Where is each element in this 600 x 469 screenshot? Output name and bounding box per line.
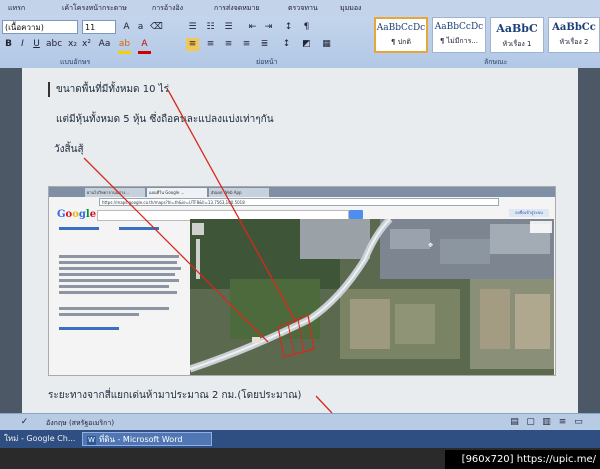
tab-mailings[interactable]: การส่งจดหมาย <box>214 3 260 14</box>
style-heading-2[interactable]: AaBbCc หัวเรื่อง 2 <box>548 17 600 53</box>
google-logo: Google <box>57 209 97 220</box>
browser-tab[interactable]: แผนที่ใน Google ... <box>147 188 207 197</box>
highlight-icon[interactable]: ab <box>118 38 131 54</box>
taskbar-word-label: ที่ดิน - Microsoft Word <box>99 435 183 444</box>
browser-address-bar[interactable]: https://maps.google.co.th/maps?hl=th&ie=… <box>99 198 499 206</box>
panel-link[interactable] <box>59 227 99 230</box>
doc-line-shares[interactable]: แต่มีหุ้นทั้งหมด 5 หุ้น ซึ่งถือคนละแปลงแ… <box>56 112 274 127</box>
styles-group-label: ลักษณะ <box>484 58 508 66</box>
maps-search-button[interactable] <box>349 210 363 219</box>
style-normal[interactable]: AaBbCcDc ¶ ปกติ <box>374 17 428 53</box>
styles-gallery: AaBbCcDc ¶ ปกติ AaBbCcDc ¶ ไม่มีการ... A… <box>374 17 600 55</box>
tab-view[interactable]: มุมมอง <box>340 3 361 14</box>
full-screen-icon[interactable]: ▢ <box>524 416 537 429</box>
show-marks-icon[interactable]: ¶ <box>300 21 313 34</box>
panel-text <box>59 279 179 282</box>
style-name: ¶ ไม่มีการ... <box>439 37 479 45</box>
numbering-icon[interactable]: ☷ <box>204 21 217 34</box>
doc-line-area[interactable]: ขนาดพื้นที่มีทั้งหมด 10 ไร่ <box>48 82 169 97</box>
underline-icon[interactable]: U <box>30 38 43 51</box>
font-color-icon[interactable]: A <box>138 38 151 54</box>
increase-indent-icon[interactable]: ⇥ <box>262 21 275 34</box>
clear-format-icon[interactable]: ⌫ <box>150 21 163 34</box>
embedded-map-screenshot[interactable]: ผ่านไปวิทยาจานนด่าง... แผนที่ใน Google .… <box>48 186 556 376</box>
tab-review[interactable]: ตรวจทาน <box>288 3 318 14</box>
panel-text <box>59 307 169 310</box>
draft-icon[interactable]: ▭ <box>572 416 585 429</box>
maps-side-panel <box>59 225 187 373</box>
panel-text <box>59 267 181 270</box>
print-layout-icon[interactable]: ▤ <box>508 416 521 429</box>
browser-tabstrip: ผ่านไปวิทยาจานนด่าง... แผนที่ใน Google .… <box>49 187 555 197</box>
align-center-icon[interactable]: ≡ <box>204 38 217 51</box>
ribbon-tabs: แทรก เค้าโครงหน้ากระดาษ การอ้างอิง การส่… <box>0 0 600 16</box>
satellite-map[interactable]: ✥ <box>190 219 554 375</box>
photo-frame: แทรก เค้าโครงหน้ากระดาษ การอ้างอิง การส่… <box>0 0 600 469</box>
shading-icon[interactable]: ◩ <box>300 38 313 51</box>
doc-line-distance[interactable]: ระยะทางจากสี่แยกเด่นห้ามาประมาณ 2 กม.(โด… <box>48 388 301 403</box>
panel-text <box>59 261 177 264</box>
font-name-box[interactable]: (เนื้อความ) <box>2 20 78 34</box>
decrease-indent-icon[interactable]: ⇤ <box>246 21 259 34</box>
superscript-icon[interactable]: x² <box>80 38 93 51</box>
tab-insert[interactable]: แทรก <box>8 3 25 14</box>
style-preview: AaBbCcDc <box>434 22 484 32</box>
panel-link[interactable] <box>119 227 159 230</box>
align-left-icon[interactable]: ≡ <box>186 38 199 51</box>
distributed-icon[interactable]: ≣ <box>258 38 271 51</box>
browser-tab[interactable]: ผ่านไปวิทยาจานนด่าง... <box>85 188 145 197</box>
panel-text <box>59 285 169 288</box>
word-icon: W <box>87 436 96 445</box>
tab-references[interactable]: การอ้างอิง <box>152 3 183 14</box>
grow-font-icon[interactable]: A <box>120 21 133 34</box>
style-preview: AaBbCcDc <box>376 23 426 33</box>
doc-line-boundary[interactable]: วังสิ้นสุ้ <box>54 142 84 157</box>
browser-tab[interactable]: อัปเดต Web App <box>209 188 269 197</box>
italic-icon[interactable]: I <box>16 38 29 51</box>
web-layout-icon[interactable]: ▥ <box>540 416 553 429</box>
align-right-icon[interactable]: ≡ <box>222 38 235 51</box>
change-case-icon[interactable]: Aa <box>98 38 111 51</box>
panel-text <box>59 313 139 316</box>
upic-watermark: [960x720] https://upic.me/ <box>445 450 600 469</box>
panel-text <box>59 255 179 258</box>
tab-page-layout[interactable]: เค้าโครงหน้ากระดาษ <box>62 3 127 14</box>
paragraph-group-label: ย่อหน้า <box>256 58 278 66</box>
font-group-label: แบบอักษร <box>60 58 91 66</box>
style-preview: AaBbCc <box>552 22 596 33</box>
bold-icon[interactable]: B <box>2 38 15 51</box>
outline-icon[interactable]: ≡ <box>556 416 569 429</box>
svg-text:✥: ✥ <box>428 242 433 249</box>
taskbar-chrome[interactable]: ใหม่ - Google Ch... <box>0 432 78 446</box>
subscript-icon[interactable]: x₂ <box>66 38 79 51</box>
panel-text <box>59 291 177 294</box>
style-preview: AaBbC <box>496 22 538 35</box>
style-no-spacing[interactable]: AaBbCcDc ¶ ไม่มีการ... <box>432 17 486 53</box>
style-name: หัวเรื่อง 1 <box>502 40 532 48</box>
strikethrough-icon[interactable]: abc <box>46 38 62 51</box>
spelling-icon[interactable]: ✓ <box>18 416 31 429</box>
word-status-bar: ✓ อังกฤษ (สหรัฐอเมริกา) ▤ ▢ ▥ ≡ ▭ <box>0 413 600 431</box>
font-size-box[interactable]: 11 <box>82 20 116 34</box>
bullets-icon[interactable]: ☰ <box>186 21 199 34</box>
style-name: ¶ ปกติ <box>391 38 411 46</box>
line-spacing-icon[interactable]: ↕ <box>280 38 293 51</box>
word-ribbon: แทรก เค้าโครงหน้ากระดาษ การอ้างอิง การส่… <box>0 0 600 69</box>
borders-icon[interactable]: ▦ <box>320 38 333 51</box>
shrink-font-icon[interactable]: a <box>134 21 147 34</box>
justify-icon[interactable]: ≡ <box>240 38 253 51</box>
panel-text <box>59 273 175 276</box>
windows-taskbar: ใหม่ - Google Ch... W ที่ดิน - Microsoft … <box>0 430 600 448</box>
style-name: หัวเรื่อง 2 <box>559 38 589 46</box>
sort-icon[interactable]: ↕ <box>282 21 295 34</box>
taskbar-word[interactable]: W ที่ดิน - Microsoft Word <box>82 432 212 446</box>
panel-link[interactable] <box>59 327 119 330</box>
style-heading-1[interactable]: AaBbC หัวเรื่อง 1 <box>490 17 544 53</box>
language-indicator[interactable]: อังกฤษ (สหรัฐอเมริกา) <box>46 418 114 429</box>
sign-in-button[interactable]: ลงชื่อเข้าสู่ระบบ <box>509 209 549 217</box>
multilevel-list-icon[interactable]: ☰ <box>222 21 235 34</box>
